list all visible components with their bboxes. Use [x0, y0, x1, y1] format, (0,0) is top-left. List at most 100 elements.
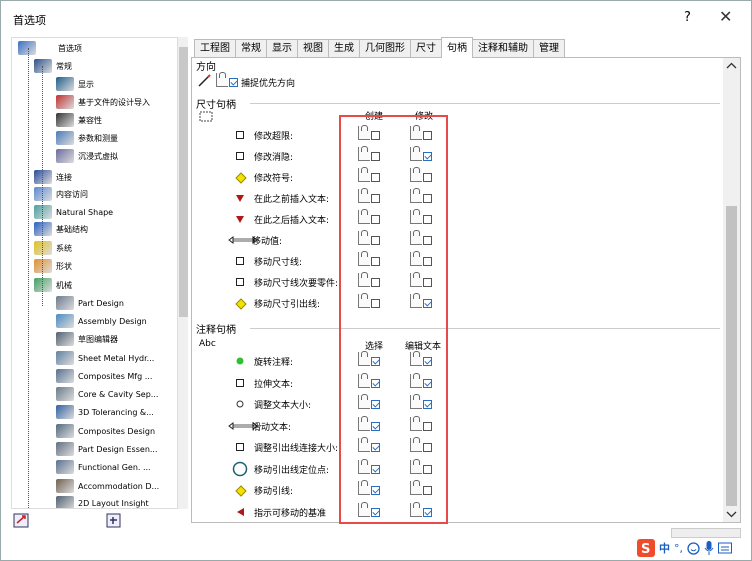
assembly-icon — [56, 314, 74, 328]
tree-item-import[interactable]: 基于文件的设计导入 — [56, 94, 150, 110]
tree-item-immersive[interactable]: 沉浸式虚拟 — [56, 148, 118, 164]
circle-big-icon — [232, 461, 248, 477]
tree-item-label: Composites Mfg ... — [78, 371, 153, 381]
handle-label: 移动值: — [252, 237, 283, 247]
tree-item-label: 基础结构 — [56, 224, 88, 234]
tree-item-label: Assembly Design — [78, 316, 147, 326]
tree-item-display[interactable]: 显示 — [56, 76, 94, 92]
tree-item-sketch[interactable]: 草图编辑器 — [56, 331, 118, 347]
params-icon — [56, 131, 74, 145]
essen-icon — [56, 442, 74, 456]
tree-item-connect[interactable]: 连接 — [34, 169, 72, 185]
tree-item-label: 兼容性 — [78, 115, 102, 125]
ime-lang-label[interactable]: 中 — [659, 540, 670, 556]
tree-item-accom[interactable]: Accommodation D... — [56, 478, 159, 494]
tree-item-system[interactable]: 系统 — [34, 240, 72, 256]
tree-item-label: Part Design — [78, 298, 124, 308]
tree-item-compdesign[interactable]: Composites Design — [56, 423, 155, 439]
svg-text:S: S — [641, 542, 650, 557]
tab-2[interactable]: 显示 — [266, 39, 298, 58]
preferences-dialog: 首选项 ? ✕ 首选项 常规 显示 基于文件的设计导入 兼容性 参数和测量 沉浸式虚拟 连接内… — [0, 0, 752, 561]
tree-item-label: 沉浸式虚拟 — [78, 151, 118, 161]
handle-label: 拉伸文本: — [254, 379, 294, 390]
ime-punct-label[interactable]: °, — [674, 542, 683, 555]
tree-item-label: 参数和测量 — [78, 133, 118, 143]
scroll-up-icon[interactable] — [726, 62, 737, 70]
tree-toolbar — [13, 511, 133, 531]
part-icon — [56, 296, 74, 310]
handle-label: 修改超限: — [254, 132, 294, 142]
tree-item-label: 草图编辑器 — [78, 334, 118, 344]
tree-item-composites[interactable]: Composites Mfg ... — [56, 368, 152, 384]
tree-item-label: 显示 — [78, 79, 94, 89]
tol-icon — [56, 405, 74, 419]
display-icon — [56, 77, 74, 91]
emoji-icon[interactable] — [687, 541, 700, 555]
tree-item-tol[interactable]: 3D Tolerancing &... — [56, 404, 154, 420]
tree-collapse-icon[interactable] — [105, 511, 123, 529]
tree-item-layout[interactable]: 2D Layout Insight — [56, 495, 149, 508]
highlight-box — [339, 115, 448, 524]
tree-scrollbar[interactable] — [177, 37, 188, 509]
close-button[interactable]: ✕ — [719, 7, 732, 26]
tab-0[interactable]: 工程图 — [194, 39, 236, 58]
tree-item-label: 内容访问 — [56, 189, 88, 199]
capture-direction-checkbox[interactable] — [229, 78, 238, 87]
import-icon — [56, 95, 74, 109]
frame-icon — [199, 111, 213, 122]
square-icon — [235, 130, 245, 140]
tree-item-shape[interactable]: Natural Shape — [34, 204, 113, 220]
tab-5[interactable]: 几何图形 — [359, 39, 411, 58]
capture-direction-toggle[interactable] — [216, 72, 238, 89]
tree-item-general[interactable]: 常规 — [34, 58, 72, 74]
tree-item-label: 基于文件的设计导入 — [78, 97, 150, 107]
tree-scroll-thumb[interactable] — [179, 47, 188, 317]
tab-9[interactable]: 管理 — [533, 39, 565, 58]
options-tree[interactable]: 首选项 常规 显示 基于文件的设计导入 兼容性 参数和测量 沉浸式虚拟 连接 内容访问 Natur… — [11, 37, 187, 509]
window-title: 首选项 — [13, 14, 46, 27]
tree-item-core[interactable]: Core & Cavity Sep... — [56, 386, 158, 402]
keyboard-icon[interactable] — [718, 542, 732, 554]
tree-item-func[interactable]: Functional Gen. ... — [56, 459, 151, 475]
tab-6[interactable]: 尺寸 — [410, 39, 442, 58]
tree-item-part[interactable]: Part Design — [56, 295, 124, 311]
tree-item-label: 2D Layout Insight — [78, 498, 149, 508]
tree-item-mech[interactable]: 机械 — [34, 277, 72, 293]
tab-3[interactable]: 视图 — [297, 39, 329, 58]
panel-scrollbar[interactable] — [723, 58, 740, 522]
pen-icon — [198, 74, 211, 87]
sogou-logo-icon: S — [637, 539, 655, 557]
square-icon — [235, 151, 245, 161]
tab-1[interactable]: 常规 — [235, 39, 267, 58]
handle-label: 旋转注释: — [254, 358, 294, 368]
mic-icon[interactable] — [704, 541, 714, 555]
diamond-icon — [235, 298, 247, 310]
handle-label: 修改符号: — [254, 174, 294, 184]
core-icon — [56, 387, 74, 401]
handle-label: 移动尺寸线: — [254, 258, 303, 268]
tab-8[interactable]: 注释和辅助 — [472, 39, 534, 58]
abc-label: Abc — [199, 339, 216, 349]
tree-item-form[interactable]: 形状 — [34, 258, 72, 274]
dim-handles-title: 尺寸句柄 — [196, 100, 236, 111]
handles-panel: 方向 捕捉优先方向 尺寸句柄 创建 修改 修改超限: 修改消隐: 修改符号: 在此之前… — [191, 57, 741, 523]
tree-item-label: Natural Shape — [56, 207, 114, 217]
square-icon — [235, 277, 245, 287]
tree-item-compat[interactable]: 兼容性 — [56, 112, 102, 128]
ime-toolbar[interactable]: S 中 °, — [637, 537, 749, 559]
tree-item-params[interactable]: 参数和测量 — [56, 130, 118, 146]
scroll-down-icon[interactable] — [726, 510, 737, 518]
tree-item-label: 常规 — [56, 61, 72, 71]
tree-expand-icon[interactable] — [13, 511, 31, 529]
panel-scroll-thumb[interactable] — [726, 206, 737, 506]
help-button[interactable]: ? — [684, 10, 691, 25]
handle-label: 移动尺寸引出线: — [254, 300, 321, 310]
tree-item-sheetmetal[interactable]: Sheet Metal Hydr... — [56, 350, 154, 366]
tree-item-assembly[interactable]: Assembly Design — [56, 313, 147, 329]
tab-7[interactable]: 句柄 — [441, 37, 473, 58]
tab-bar: 工程图 常规 显示 视图 生成 几何图形 尺寸 句柄 注释和辅助 管理 — [194, 37, 565, 58]
tab-4[interactable]: 生成 — [328, 39, 360, 58]
handle-label: 修改消隐: — [254, 153, 294, 163]
diamond-icon — [235, 172, 247, 184]
tree-item-essen[interactable]: Part Design Essen... — [56, 441, 158, 457]
